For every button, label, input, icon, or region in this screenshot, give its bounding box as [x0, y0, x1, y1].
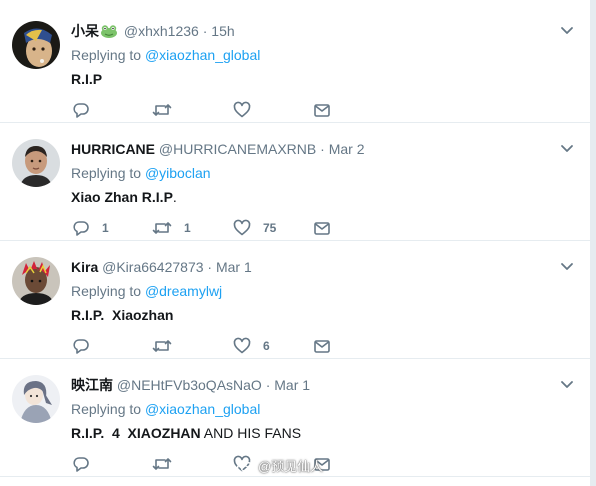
- tweet-text: R.I.P. Xiaozhan: [71, 306, 173, 324]
- tweet[interactable]: 小呆 @xhxh1236 · 15h Replying to @xiaozhan…: [0, 5, 590, 123]
- handle[interactable]: @NEHtFVb3oQAsNaO: [117, 377, 262, 393]
- replying-to-label: Replying to: [71, 47, 142, 63]
- replying-to-label: Replying to: [71, 401, 142, 417]
- tweet[interactable]: Kira @Kira66427873 · Mar 1 Replying to @…: [0, 241, 590, 359]
- retweet-button[interactable]: [152, 100, 184, 120]
- retweet-button[interactable]: [152, 336, 184, 356]
- chevron-down-icon[interactable]: [560, 261, 574, 271]
- like-button[interactable]: [233, 100, 263, 120]
- watermark-text: @预见仙人: [258, 459, 324, 474]
- chevron-down-icon[interactable]: [560, 379, 574, 389]
- tweet[interactable]: HURRICANE @HURRICANEMAXRNB · Mar 2 Reply…: [0, 123, 590, 241]
- replying-to-label: Replying to: [71, 165, 142, 181]
- avatar[interactable]: [12, 257, 60, 305]
- weibo-logo-icon: [236, 458, 257, 474]
- tweet-text: Xiao Zhan R.I.P.: [71, 188, 177, 206]
- replying-to: Replying to @dreamylwj: [71, 282, 222, 300]
- mention-link[interactable]: @xiaozhan_global: [145, 47, 260, 63]
- tweet-actions: [72, 454, 372, 474]
- reply-button[interactable]: [72, 454, 102, 474]
- display-name[interactable]: Kira: [71, 259, 98, 275]
- replying-to: Replying to @xiaozhan_global: [71, 400, 260, 418]
- timestamp[interactable]: Mar 1: [274, 377, 310, 393]
- timestamp[interactable]: Mar 2: [329, 141, 365, 157]
- direct-message-icon: [314, 340, 330, 353]
- like-icon: [233, 101, 251, 118]
- retweet-icon: [152, 458, 172, 470]
- tweet-header: 映江南 @NEHtFVb3oQAsNaO · Mar 1: [71, 376, 310, 394]
- avatar[interactable]: [12, 21, 60, 69]
- handle[interactable]: @Kira66427873: [102, 259, 203, 275]
- display-name[interactable]: 映江南: [71, 377, 113, 393]
- avatar[interactable]: [12, 139, 60, 187]
- tweet-actions: 1 1 75: [72, 218, 372, 238]
- reply-icon: [73, 457, 89, 472]
- chevron-down-icon[interactable]: [560, 143, 574, 153]
- reply-count: 1: [102, 221, 109, 235]
- mention-link[interactable]: @xiaozhan_global: [145, 401, 260, 417]
- reply-icon: [73, 339, 89, 354]
- handle[interactable]: @xhxh1236: [124, 23, 199, 39]
- tweet-text-bold: R.I.P. Xiaozhan: [71, 307, 174, 323]
- avatar[interactable]: [12, 375, 60, 423]
- separator-dot: ·: [265, 377, 271, 393]
- display-name[interactable]: HURRICANE: [71, 141, 155, 157]
- tweet-text-rest: .: [172, 189, 177, 205]
- reply-button[interactable]: [72, 336, 102, 356]
- replying-to-label: Replying to: [71, 283, 142, 299]
- replying-to: Replying to @xiaozhan_global: [71, 46, 260, 64]
- retweet-count: 1: [184, 221, 191, 235]
- reply-button[interactable]: 1: [72, 218, 109, 238]
- like-count: 6: [263, 339, 270, 353]
- direct-message-button[interactable]: [313, 336, 331, 356]
- tweet-text-bold: Xiao Zhan R.I.P: [71, 189, 173, 205]
- reply-icon: [73, 221, 89, 236]
- chevron-down-icon[interactable]: [560, 25, 574, 35]
- timestamp[interactable]: 15h: [211, 23, 234, 39]
- tweet-text: R.I.P. 4 XIAOZHAN AND HIS FANS: [71, 424, 301, 442]
- retweet-icon: [152, 340, 172, 352]
- tweet-text-bold: R.I.P. 4 XIAOZHAN: [71, 425, 201, 441]
- weibo-watermark: @预见仙人: [236, 456, 323, 475]
- like-button[interactable]: 6: [233, 336, 270, 356]
- mention-link[interactable]: @yiboclan: [145, 165, 211, 181]
- reply-feed: 小呆 @xhxh1236 · 15h Replying to @xiaozhan…: [0, 0, 591, 486]
- direct-message-icon: [314, 104, 330, 117]
- direct-message-button[interactable]: [313, 100, 331, 120]
- separator-dot: ·: [207, 259, 213, 275]
- replying-to: Replying to @yiboclan: [71, 164, 211, 182]
- reply-icon: [73, 103, 89, 118]
- tweet-header: Kira @Kira66427873 · Mar 1: [71, 258, 252, 276]
- tweet-header: 小呆 @xhxh1236 · 15h: [71, 22, 235, 42]
- like-button[interactable]: 75: [233, 218, 276, 238]
- like-icon: [233, 219, 251, 236]
- retweet-icon: [152, 222, 172, 234]
- tweet-text: R.I.P: [71, 70, 102, 88]
- separator-dot: ·: [202, 23, 208, 39]
- tweet-text-rest: AND HIS FANS: [200, 425, 302, 441]
- direct-message-icon: [314, 222, 330, 235]
- mention-link[interactable]: @dreamylwj: [145, 283, 222, 299]
- like-count: 75: [263, 221, 277, 235]
- tweet-actions: 6: [72, 336, 372, 356]
- reply-button[interactable]: [72, 100, 102, 120]
- tweet-actions: [72, 100, 372, 120]
- handle[interactable]: @HURRICANEMAXRNB: [159, 141, 316, 157]
- frog-emoji-icon: [100, 24, 118, 42]
- like-icon: [233, 337, 251, 354]
- direct-message-button[interactable]: [313, 218, 331, 238]
- timestamp[interactable]: Mar 1: [216, 259, 252, 275]
- retweet-button[interactable]: 1: [152, 218, 191, 238]
- tweet-text-bold: R.I.P: [71, 71, 103, 87]
- separator-dot: ·: [320, 141, 325, 157]
- tweet-header: HURRICANE @HURRICANEMAXRNB · Mar 2: [71, 140, 364, 158]
- retweet-button[interactable]: [152, 454, 184, 474]
- retweet-icon: [152, 104, 172, 116]
- display-name[interactable]: 小呆: [71, 23, 99, 39]
